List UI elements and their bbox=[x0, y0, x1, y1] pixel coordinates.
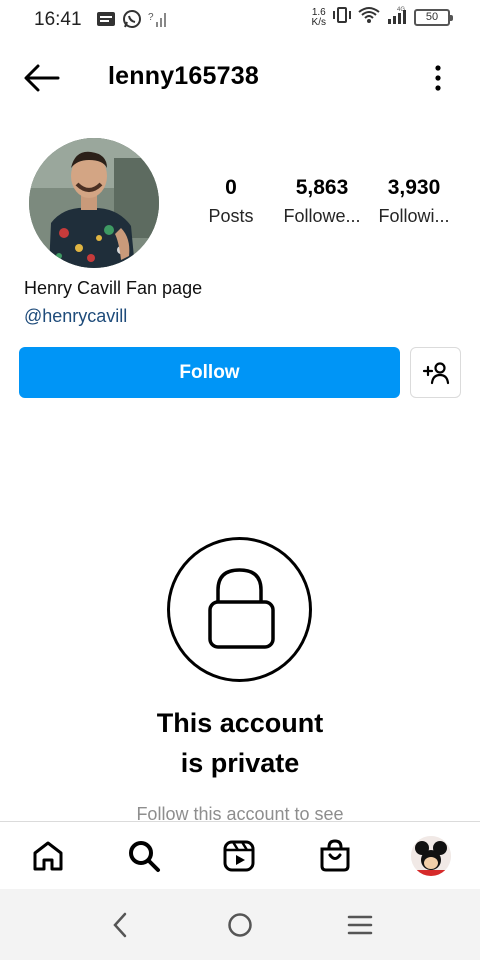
wifi-icon bbox=[358, 6, 380, 29]
lock-icon bbox=[208, 568, 275, 649]
message-icon bbox=[96, 10, 116, 33]
home-circle-icon bbox=[228, 913, 252, 937]
nav-shop-button[interactable] bbox=[313, 834, 357, 878]
profile-username: lenny165738 bbox=[108, 62, 259, 90]
system-back-button[interactable] bbox=[100, 907, 140, 943]
profile-header: lenny165738 bbox=[0, 50, 480, 106]
no-signal-icon: ? bbox=[148, 10, 168, 33]
profile-avatar[interactable] bbox=[29, 138, 159, 268]
back-chevron-icon bbox=[113, 912, 127, 938]
more-vertical-icon bbox=[435, 65, 441, 91]
posts-label: Posts bbox=[208, 206, 254, 226]
follow-button[interactable]: Follow bbox=[19, 347, 400, 398]
battery-indicator: 50 bbox=[414, 9, 453, 26]
home-icon bbox=[33, 841, 63, 871]
system-navigation-bar bbox=[0, 889, 480, 960]
posts-count: 0 bbox=[225, 176, 237, 199]
reels-icon bbox=[223, 840, 255, 872]
network-speed: 1.6 K/s bbox=[311, 6, 326, 28]
own-profile-avatar bbox=[411, 836, 451, 876]
nav-profile-button[interactable] bbox=[409, 834, 453, 878]
following-count: 3,930 bbox=[387, 176, 441, 199]
private-account-title: This account is private bbox=[156, 708, 324, 778]
nav-search-button[interactable] bbox=[122, 834, 166, 878]
vibrate-icon bbox=[332, 6, 352, 29]
bio-name: Henry Cavill Fan page bbox=[24, 278, 203, 298]
arrow-left-icon bbox=[24, 64, 60, 92]
stat-following[interactable]: 3,930 Followi... bbox=[366, 174, 462, 227]
bottom-navigation bbox=[0, 821, 480, 889]
suggested-users-button[interactable] bbox=[410, 347, 461, 398]
followers-count: 5,863 bbox=[295, 176, 349, 199]
signal-icon: 4G bbox=[386, 5, 408, 30]
status-bar: 16:41 ? 1.6 K/s 4G 50 bbox=[0, 0, 480, 38]
profile-stats: 0 Posts 5,863 Followe... 3,930 Followi..… bbox=[195, 174, 465, 234]
system-home-button[interactable] bbox=[220, 907, 260, 943]
back-button[interactable] bbox=[20, 58, 64, 98]
add-person-icon bbox=[422, 361, 449, 384]
whatsapp-icon bbox=[122, 9, 142, 34]
followers-label: Followe... bbox=[283, 206, 361, 226]
nav-home-button[interactable] bbox=[26, 834, 70, 878]
more-options-button[interactable] bbox=[426, 60, 450, 96]
private-account-subtitle: Follow this account to see bbox=[136, 804, 344, 822]
svg-text:?: ? bbox=[148, 12, 154, 23]
bio-handle-link[interactable]: @henrycavill bbox=[24, 306, 127, 327]
private-lock-badge bbox=[167, 537, 312, 682]
stat-followers[interactable]: 5,863 Followe... bbox=[274, 174, 370, 227]
status-time: 16:41 bbox=[34, 9, 82, 30]
search-icon bbox=[129, 841, 160, 872]
menu-lines-icon bbox=[347, 915, 373, 935]
stat-posts[interactable]: 0 Posts bbox=[183, 174, 279, 227]
shop-bag-icon bbox=[320, 839, 350, 872]
status-right-icons: 1.6 K/s 4G 50 bbox=[311, 5, 453, 30]
system-recents-button[interactable] bbox=[340, 907, 380, 943]
following-label: Followi... bbox=[378, 206, 450, 226]
nav-reels-button[interactable] bbox=[217, 834, 261, 878]
status-left-icons: ? bbox=[96, 9, 168, 34]
